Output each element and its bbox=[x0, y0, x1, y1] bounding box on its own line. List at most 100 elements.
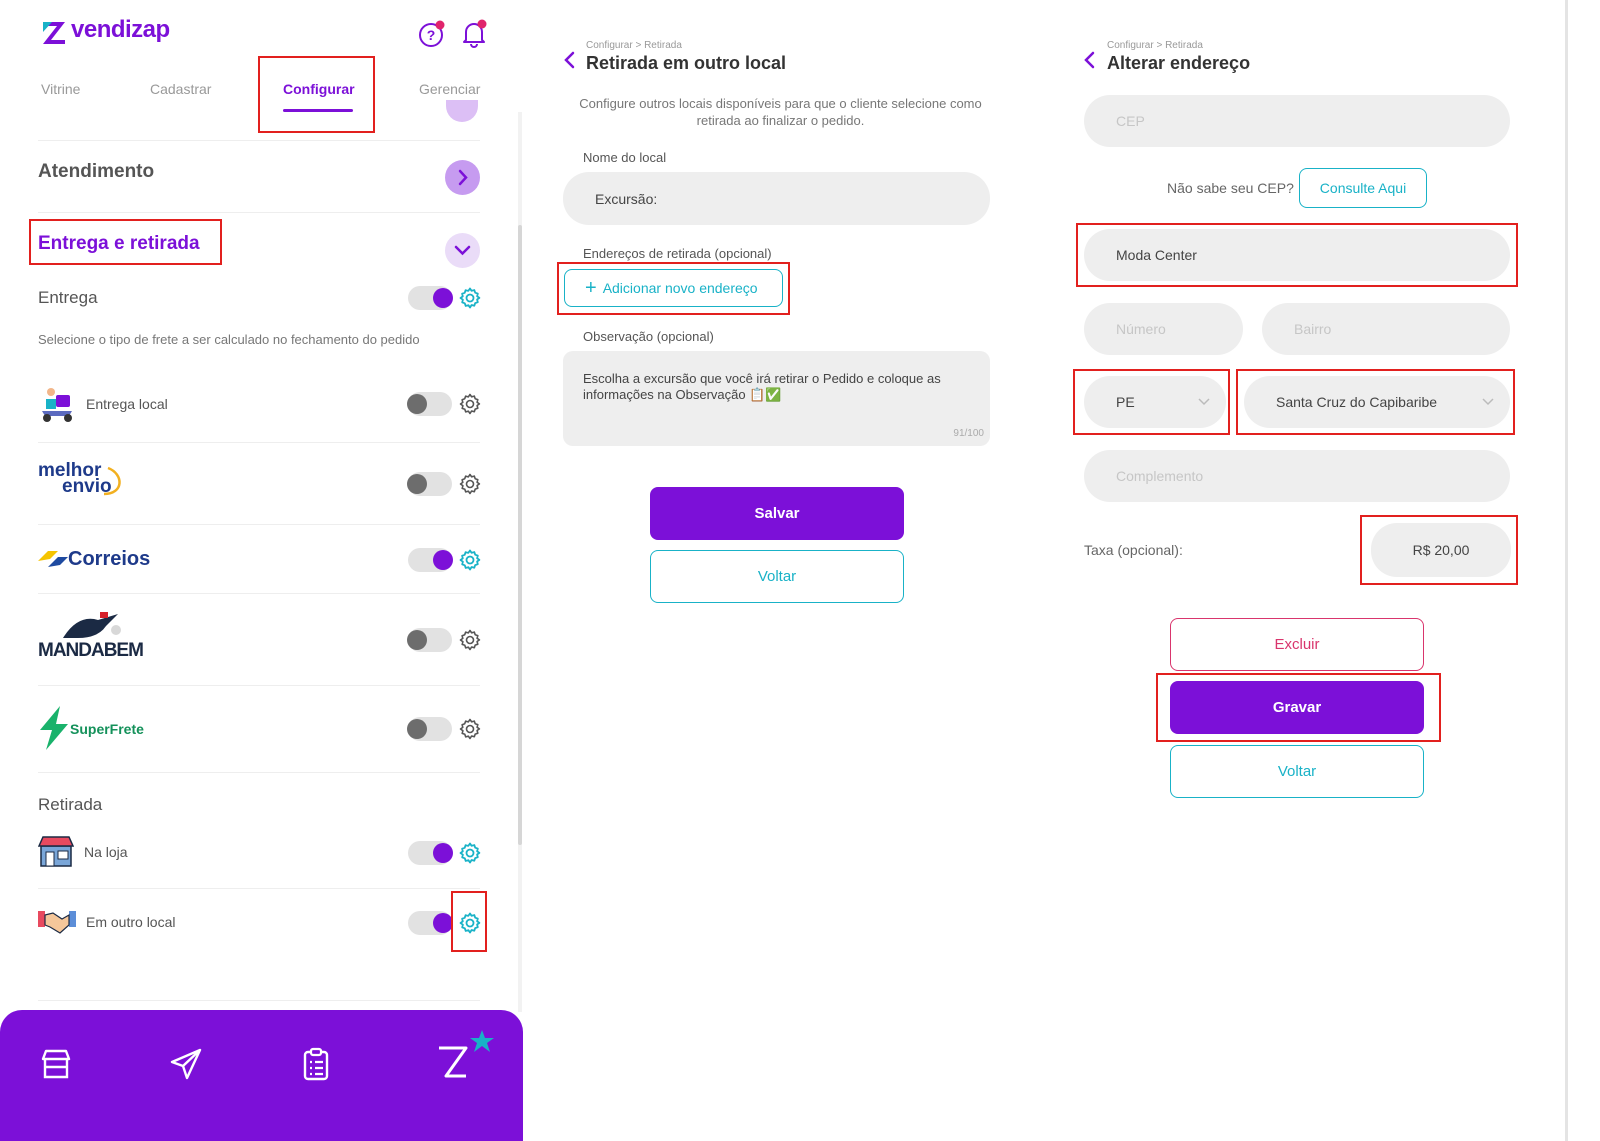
tab-configurar[interactable]: Configurar bbox=[283, 81, 355, 97]
scrollbar-thumb[interactable] bbox=[518, 225, 522, 845]
delivery-scooter-icon bbox=[42, 388, 72, 422]
cep-help-text: Não sabe seu CEP? bbox=[1167, 180, 1294, 196]
vendizap-z-star-icon bbox=[439, 1030, 494, 1078]
superfrete-toggle[interactable] bbox=[407, 717, 452, 741]
numero-placeholder: Número bbox=[1116, 321, 1166, 337]
chevron-right-icon bbox=[458, 169, 468, 186]
em-outro-local-settings-gear-icon[interactable] bbox=[458, 911, 482, 935]
correios-logo: Correios bbox=[38, 544, 151, 576]
divider bbox=[38, 685, 480, 686]
plus-icon: + bbox=[585, 277, 597, 299]
obs-textarea[interactable]: Escolha a excursão que você irá retirar … bbox=[563, 351, 990, 446]
help-button[interactable]: ? bbox=[417, 20, 445, 48]
na-loja-toggle[interactable] bbox=[408, 841, 453, 865]
melhor-envio-settings-gear-icon[interactable] bbox=[458, 472, 482, 496]
city-select-value: Santa Cruz do Capibaribe bbox=[1276, 394, 1438, 410]
superfrete-settings-gear-icon[interactable] bbox=[458, 717, 482, 741]
chevron-down-icon bbox=[1482, 398, 1494, 406]
em-outro-local-row: Em outro local bbox=[38, 902, 398, 942]
entrega-retirada-collapse-button[interactable] bbox=[445, 233, 480, 268]
section-atendimento[interactable]: Atendimento bbox=[38, 161, 154, 183]
na-loja-settings-gear-icon[interactable] bbox=[458, 841, 482, 865]
entrega-settings-gear-icon[interactable] bbox=[458, 286, 482, 310]
nav-send-button[interactable] bbox=[168, 1046, 204, 1082]
obs-label: Observação (opcional) bbox=[583, 329, 714, 344]
mandabem-toggle[interactable] bbox=[407, 628, 452, 652]
taxa-input-value: R$ 20,00 bbox=[1412, 542, 1470, 558]
na-loja-row: Na loja bbox=[38, 832, 398, 872]
correios-settings-gear-icon[interactable] bbox=[458, 548, 482, 572]
collapsed-section-chevron[interactable] bbox=[446, 100, 478, 122]
entrega-description: Selecione o tipo de frete a ser calculad… bbox=[38, 332, 420, 347]
entrega-toggle[interactable] bbox=[408, 286, 453, 310]
complemento-placeholder: Complemento bbox=[1116, 468, 1204, 484]
voltar-button[interactable]: Voltar bbox=[650, 550, 904, 603]
help-icon: ? bbox=[419, 20, 445, 47]
panel-configurar: vendizap ? Vitrine Cadastrar Configurar … bbox=[0, 0, 523, 1141]
divider bbox=[38, 593, 480, 594]
vendizap-logo: vendizap bbox=[38, 16, 188, 48]
entrega-local-toggle[interactable] bbox=[407, 392, 452, 416]
enderecos-label: Endereços de retirada (opcional) bbox=[583, 246, 772, 261]
bairro-placeholder: Bairro bbox=[1294, 321, 1332, 337]
add-endereco-label: Adicionar novo endereço bbox=[602, 280, 758, 296]
uf-select[interactable]: PE bbox=[1084, 376, 1226, 428]
divider bbox=[38, 888, 480, 889]
back-chevron-icon[interactable] bbox=[1083, 51, 1095, 69]
tab-cadastrar[interactable]: Cadastrar bbox=[150, 81, 211, 97]
mandabem-settings-gear-icon[interactable] bbox=[458, 628, 482, 652]
numero-input[interactable]: Número bbox=[1084, 303, 1243, 355]
city-select[interactable]: Santa Cruz do Capibaribe bbox=[1244, 376, 1510, 428]
taxa-input[interactable]: R$ 20,00 bbox=[1371, 523, 1511, 577]
page-title: Retirada em outro local bbox=[586, 53, 787, 73]
correios-logo-text: Correios bbox=[68, 548, 151, 570]
correios-arrows-icon bbox=[38, 551, 68, 567]
nav-vendizap-button[interactable] bbox=[434, 1028, 498, 1084]
entrega-local-settings-gear-icon[interactable] bbox=[458, 392, 482, 416]
page-title: Alterar endereço bbox=[1107, 53, 1251, 73]
divider bbox=[38, 442, 480, 443]
excluir-button[interactable]: Excluir bbox=[1170, 618, 1424, 671]
bairro-input[interactable]: Bairro bbox=[1262, 303, 1510, 355]
salvar-button[interactable]: Salvar bbox=[650, 487, 904, 540]
tab-vitrine[interactable]: Vitrine bbox=[41, 81, 80, 97]
taxa-label: Taxa (opcional): bbox=[1084, 542, 1183, 558]
superfrete-logo-text: SuperFrete bbox=[70, 721, 144, 737]
logo-z-icon bbox=[43, 22, 65, 44]
street-input[interactable]: Moda Center bbox=[1084, 229, 1510, 281]
storefront-icon bbox=[41, 1049, 71, 1079]
clipboard-icon bbox=[303, 1047, 329, 1081]
svg-text:?: ? bbox=[427, 27, 436, 43]
melhor-envio-swoosh-icon bbox=[103, 466, 121, 496]
tab-active-underline bbox=[283, 109, 353, 112]
voltar-button[interactable]: Voltar bbox=[1170, 745, 1424, 798]
melhor-envio-logo: melhor envio bbox=[38, 461, 128, 502]
gravar-button[interactable]: Gravar bbox=[1170, 681, 1424, 734]
melhor-envio-toggle[interactable] bbox=[407, 472, 452, 496]
tab-gerenciar[interactable]: Gerenciar bbox=[419, 81, 480, 97]
divider bbox=[38, 140, 480, 141]
nome-label: Nome do local bbox=[583, 150, 667, 165]
mandabem-logo: MANDABEM bbox=[38, 612, 148, 664]
add-endereco-button[interactable]: + Adicionar novo endereço bbox=[564, 269, 783, 307]
page-description: Configure outros locais disponíveis para… bbox=[579, 96, 982, 128]
uf-select-value: PE bbox=[1116, 394, 1135, 410]
na-loja-label: Na loja bbox=[84, 844, 128, 860]
consulte-aqui-button[interactable]: Consulte Aqui bbox=[1299, 168, 1427, 208]
nav-orders-button[interactable] bbox=[298, 1046, 334, 1082]
em-outro-local-toggle[interactable] bbox=[408, 911, 453, 935]
cep-input[interactable]: CEP bbox=[1084, 95, 1510, 147]
notifications-button[interactable] bbox=[460, 18, 488, 48]
divider bbox=[38, 1000, 480, 1001]
atendimento-expand-button[interactable] bbox=[445, 160, 480, 195]
mandabem-bird-icon bbox=[63, 612, 121, 638]
nav-store-button[interactable] bbox=[38, 1046, 74, 1082]
section-entrega-retirada[interactable]: Entrega e retirada bbox=[38, 233, 200, 255]
back-chevron-icon[interactable] bbox=[563, 51, 575, 69]
mandabem-logo-text: MANDABEM bbox=[38, 640, 144, 661]
correios-toggle[interactable] bbox=[408, 548, 453, 572]
em-outro-local-label: Em outro local bbox=[86, 914, 176, 930]
complemento-input[interactable]: Complemento bbox=[1084, 450, 1510, 502]
nome-input[interactable]: Excursão: bbox=[563, 172, 990, 225]
panel-retirada-outro-local: Configurar > Retirada Retirada em outro … bbox=[523, 0, 1043, 1141]
